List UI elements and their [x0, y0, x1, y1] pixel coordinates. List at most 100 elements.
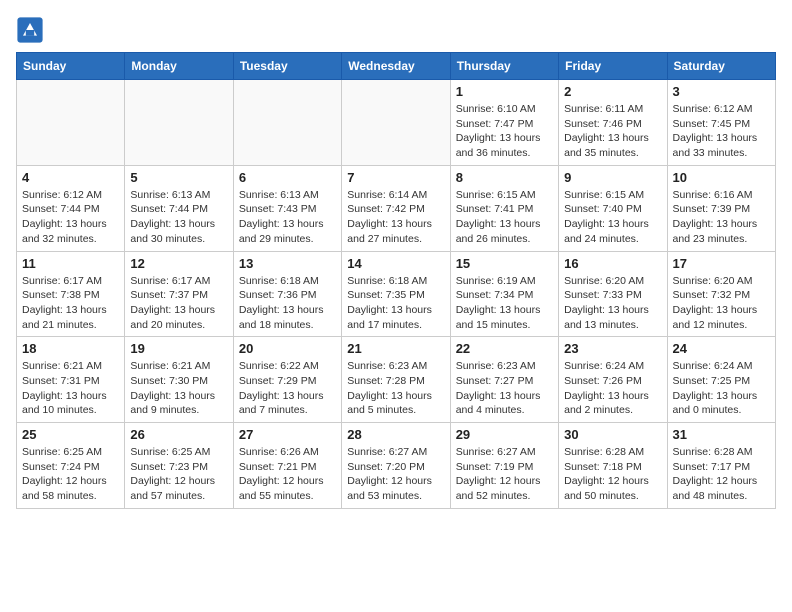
- day-number: 15: [456, 256, 553, 271]
- day-number: 3: [673, 84, 770, 99]
- calendar-cell: 20 Sunrise: 6:22 AMSunset: 7:29 PMDayligh…: [233, 337, 341, 423]
- weekday-header-sunday: Sunday: [17, 53, 125, 80]
- calendar-cell: 13 Sunrise: 6:18 AMSunset: 7:36 PMDayligh…: [233, 251, 341, 337]
- weekday-header-saturday: Saturday: [667, 53, 775, 80]
- day-number: 22: [456, 341, 553, 356]
- day-info: Sunrise: 6:18 AMSunset: 7:36 PMDaylight:…: [239, 274, 336, 333]
- day-number: 25: [22, 427, 119, 442]
- day-number: 29: [456, 427, 553, 442]
- calendar-cell: 16Sunrise: 6:20 AMSunset: 7:33 PMDayligh…: [559, 251, 667, 337]
- day-number: 1: [456, 84, 553, 99]
- weekday-header-monday: Monday: [125, 53, 233, 80]
- day-number: 28: [347, 427, 444, 442]
- day-info: Sunrise: 6:24 AMSunset: 7:25 PMDaylight:…: [673, 359, 770, 418]
- calendar-cell: 10 Sunrise: 6:16 AMSunset: 7:39 PMDayligh…: [667, 165, 775, 251]
- day-number: 18: [22, 341, 119, 356]
- day-number: 8: [456, 170, 553, 185]
- day-number: 24: [673, 341, 770, 356]
- day-info: Sunrise: 6:27 AMSunset: 7:19 PMDaylight:…: [456, 445, 553, 504]
- day-info: Sunrise: 6:13 AMSunset: 7:43 PMDaylight:…: [239, 188, 336, 247]
- calendar-cell: 23 Sunrise: 6:24 AMSunset: 7:26 PMDayligh…: [559, 337, 667, 423]
- logo-icon: [16, 16, 44, 44]
- calendar-cell: 27 Sunrise: 6:26 AMSunset: 7:21 PMDayligh…: [233, 423, 341, 509]
- weekday-header-row: SundayMondayTuesdayWednesdayThursdayFrid…: [17, 53, 776, 80]
- day-info: Sunrise: 6:23 AMSunset: 7:28 PMDaylight:…: [347, 359, 444, 418]
- day-number: 30: [564, 427, 661, 442]
- calendar-table: SundayMondayTuesdayWednesdayThursdayFrid…: [16, 52, 776, 509]
- day-info: Sunrise: 6:20 AMSunset: 7:32 PMDaylight:…: [673, 274, 770, 333]
- calendar-cell: 4 Sunrise: 6:12 AMSunset: 7:44 PMDaylight…: [17, 165, 125, 251]
- calendar-week-3: 11 Sunrise: 6:17 AMSunset: 7:38 PMDayligh…: [17, 251, 776, 337]
- calendar-week-2: 4 Sunrise: 6:12 AMSunset: 7:44 PMDaylight…: [17, 165, 776, 251]
- calendar-cell: 24 Sunrise: 6:24 AMSunset: 7:25 PMDayligh…: [667, 337, 775, 423]
- day-info: Sunrise: 6:15 AMSunset: 7:41 PMDaylight:…: [456, 188, 553, 247]
- day-number: 23: [564, 341, 661, 356]
- calendar-cell: 17 Sunrise: 6:20 AMSunset: 7:32 PMDayligh…: [667, 251, 775, 337]
- day-info: Sunrise: 6:12 AMSunset: 7:44 PMDaylight:…: [22, 188, 119, 247]
- calendar-cell: [125, 80, 233, 166]
- day-info: Sunrise: 6:17 AMSunset: 7:38 PMDaylight:…: [22, 274, 119, 333]
- calendar-cell: 6 Sunrise: 6:13 AMSunset: 7:43 PMDaylight…: [233, 165, 341, 251]
- day-info: Sunrise: 6:17 AMSunset: 7:37 PMDaylight:…: [130, 274, 227, 333]
- calendar-cell: 26Sunrise: 6:25 AMSunset: 7:23 PMDayligh…: [125, 423, 233, 509]
- calendar-cell: 14 Sunrise: 6:18 AMSunset: 7:35 PMDayligh…: [342, 251, 450, 337]
- day-number: 6: [239, 170, 336, 185]
- page-header: [16, 16, 776, 44]
- calendar-cell: 11 Sunrise: 6:17 AMSunset: 7:38 PMDayligh…: [17, 251, 125, 337]
- day-info: Sunrise: 6:28 AMSunset: 7:17 PMDaylight:…: [673, 445, 770, 504]
- calendar-cell: [17, 80, 125, 166]
- calendar-cell: [342, 80, 450, 166]
- weekday-header-friday: Friday: [559, 53, 667, 80]
- day-number: 5: [130, 170, 227, 185]
- day-number: 12: [130, 256, 227, 271]
- day-info: Sunrise: 6:13 AMSunset: 7:44 PMDaylight:…: [130, 188, 227, 247]
- calendar-cell: 5 Sunrise: 6:13 AMSunset: 7:44 PMDaylight…: [125, 165, 233, 251]
- day-number: 7: [347, 170, 444, 185]
- day-info: Sunrise: 6:14 AMSunset: 7:42 PMDaylight:…: [347, 188, 444, 247]
- day-number: 21: [347, 341, 444, 356]
- day-info: Sunrise: 6:16 AMSunset: 7:39 PMDaylight:…: [673, 188, 770, 247]
- day-number: 13: [239, 256, 336, 271]
- day-number: 4: [22, 170, 119, 185]
- day-info: Sunrise: 6:27 AMSunset: 7:20 PMDaylight:…: [347, 445, 444, 504]
- day-info: Sunrise: 6:12 AMSunset: 7:45 PMDaylight:…: [673, 102, 770, 161]
- calendar-cell: 1 Sunrise: 6:10 AMSunset: 7:47 PMDaylight…: [450, 80, 558, 166]
- day-number: 16: [564, 256, 661, 271]
- calendar-cell: 22Sunrise: 6:23 AMSunset: 7:27 PMDayligh…: [450, 337, 558, 423]
- day-info: Sunrise: 6:22 AMSunset: 7:29 PMDaylight:…: [239, 359, 336, 418]
- calendar-week-1: 1 Sunrise: 6:10 AMSunset: 7:47 PMDaylight…: [17, 80, 776, 166]
- day-number: 10: [673, 170, 770, 185]
- calendar-cell: 31Sunrise: 6:28 AMSunset: 7:17 PMDayligh…: [667, 423, 775, 509]
- calendar-cell: 30 Sunrise: 6:28 AMSunset: 7:18 PMDayligh…: [559, 423, 667, 509]
- day-info: Sunrise: 6:11 AMSunset: 7:46 PMDaylight:…: [564, 102, 661, 161]
- calendar-week-5: 25 Sunrise: 6:25 AMSunset: 7:24 PMDayligh…: [17, 423, 776, 509]
- calendar-cell: 21 Sunrise: 6:23 AMSunset: 7:28 PMDayligh…: [342, 337, 450, 423]
- day-number: 27: [239, 427, 336, 442]
- calendar-cell: 8 Sunrise: 6:15 AMSunset: 7:41 PMDaylight…: [450, 165, 558, 251]
- day-info: Sunrise: 6:24 AMSunset: 7:26 PMDaylight:…: [564, 359, 661, 418]
- calendar-cell: 18 Sunrise: 6:21 AMSunset: 7:31 PMDayligh…: [17, 337, 125, 423]
- day-number: 9: [564, 170, 661, 185]
- calendar-cell: 28 Sunrise: 6:27 AMSunset: 7:20 PMDayligh…: [342, 423, 450, 509]
- day-info: Sunrise: 6:28 AMSunset: 7:18 PMDaylight:…: [564, 445, 661, 504]
- calendar-cell: 9Sunrise: 6:15 AMSunset: 7:40 PMDaylight…: [559, 165, 667, 251]
- weekday-header-thursday: Thursday: [450, 53, 558, 80]
- calendar-week-4: 18 Sunrise: 6:21 AMSunset: 7:31 PMDayligh…: [17, 337, 776, 423]
- calendar-cell: 15 Sunrise: 6:19 AMSunset: 7:34 PMDayligh…: [450, 251, 558, 337]
- day-info: Sunrise: 6:26 AMSunset: 7:21 PMDaylight:…: [239, 445, 336, 504]
- calendar-cell: [233, 80, 341, 166]
- day-number: 11: [22, 256, 119, 271]
- day-info: Sunrise: 6:19 AMSunset: 7:34 PMDaylight:…: [456, 274, 553, 333]
- weekday-header-tuesday: Tuesday: [233, 53, 341, 80]
- day-number: 14: [347, 256, 444, 271]
- calendar-cell: 12 Sunrise: 6:17 AMSunset: 7:37 PMDayligh…: [125, 251, 233, 337]
- day-info: Sunrise: 6:21 AMSunset: 7:31 PMDaylight:…: [22, 359, 119, 418]
- day-info: Sunrise: 6:10 AMSunset: 7:47 PMDaylight:…: [456, 102, 553, 161]
- calendar-cell: 29 Sunrise: 6:27 AMSunset: 7:19 PMDayligh…: [450, 423, 558, 509]
- day-number: 20: [239, 341, 336, 356]
- day-number: 19: [130, 341, 227, 356]
- day-info: Sunrise: 6:25 AMSunset: 7:24 PMDaylight:…: [22, 445, 119, 504]
- calendar-cell: 3 Sunrise: 6:12 AMSunset: 7:45 PMDaylight…: [667, 80, 775, 166]
- day-number: 17: [673, 256, 770, 271]
- day-info: Sunrise: 6:18 AMSunset: 7:35 PMDaylight:…: [347, 274, 444, 333]
